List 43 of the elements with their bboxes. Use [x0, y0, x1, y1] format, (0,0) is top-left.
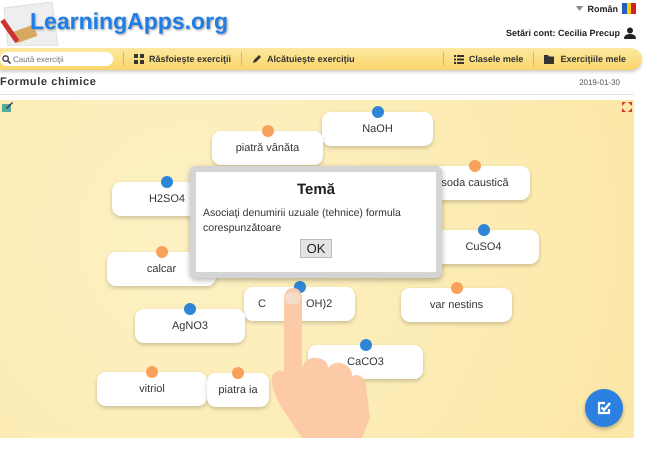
card-text: C [258, 298, 266, 310]
answer-card[interactable]: var nestins [401, 288, 512, 322]
card-text: OH)2 [306, 298, 332, 310]
fullscreen-icon[interactable] [622, 102, 632, 112]
connector-dot[interactable] [232, 367, 244, 379]
connector-dot[interactable] [184, 303, 196, 315]
nav-link[interactable]: Clasele mele [468, 54, 524, 64]
list-icon [454, 54, 464, 64]
connector-dot[interactable] [262, 125, 274, 137]
app-title: Formule chimice [0, 76, 96, 88]
connector-dot[interactable] [156, 246, 168, 258]
search-icon [2, 55, 11, 64]
language-selector[interactable]: Român [587, 4, 618, 14]
dialog-title: Temă [296, 181, 336, 198]
account-settings-link[interactable]: Setări cont: Cecilia Precup [506, 28, 620, 38]
connector-dot[interactable] [469, 160, 481, 172]
connector-dot[interactable] [478, 224, 490, 236]
connector-dot[interactable] [372, 106, 384, 118]
answer-card[interactable]: piatra ia [207, 373, 269, 407]
edit-icon[interactable] [2, 102, 13, 112]
user-icon[interactable] [624, 27, 636, 39]
answer-card[interactable]: piatră vânăta [212, 131, 323, 165]
nav-link[interactable]: Alcătuieşte exerciţiu [267, 54, 355, 64]
ok-button[interactable]: OK [300, 239, 332, 258]
connector-dot[interactable] [450, 282, 462, 294]
answer-card[interactable]: AgNO3 [135, 309, 245, 343]
pencil-icon [252, 54, 262, 64]
connector-dot[interactable] [161, 176, 173, 188]
check-icon [596, 400, 612, 416]
answer-card[interactable]: vitriol [97, 372, 207, 406]
date-label: 2019-01-30 [579, 78, 620, 86]
nav-link[interactable]: Exerciţiile mele [560, 54, 626, 64]
nav-link[interactable]: Răsfoieşte exerciţii [149, 54, 232, 64]
site-logo[interactable]: LearningApps.org [30, 8, 228, 35]
folder-icon [544, 54, 556, 64]
flag-icon [622, 3, 636, 14]
connector-dot[interactable] [146, 366, 158, 378]
check-button[interactable] [585, 389, 623, 427]
dropdown-caret-icon[interactable] [576, 6, 584, 11]
answer-card[interactable]: NaOH [322, 112, 433, 146]
connector-dot[interactable] [360, 339, 372, 351]
grid-icon [134, 54, 144, 64]
search-field[interactable]: Caută exerciţii [0, 52, 113, 66]
